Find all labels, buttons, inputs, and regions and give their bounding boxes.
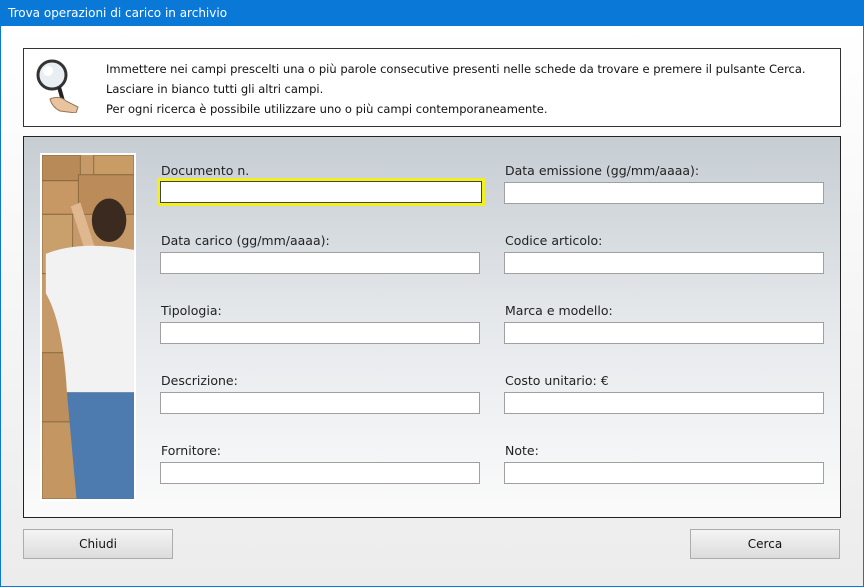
note-input[interactable] — [504, 462, 824, 484]
search-button[interactable]: Cerca — [690, 529, 840, 559]
codice-articolo-label: Codice articolo: — [505, 233, 603, 248]
window-title: Trova operazioni di carico in archivio — [0, 0, 864, 26]
marca-modello-input[interactable] — [504, 322, 824, 344]
close-button[interactable]: Chiudi — [23, 529, 173, 559]
info-line-1: Immettere nei campi prescelti una o più … — [106, 62, 806, 76]
codice-articolo-input[interactable] — [504, 252, 824, 274]
costo-unitario-input[interactable] — [504, 392, 824, 414]
data-carico-input[interactable] — [160, 252, 480, 274]
fornitore-input[interactable] — [160, 462, 480, 484]
magnifier-hand-icon — [36, 59, 79, 113]
descrizione-input[interactable] — [160, 392, 480, 414]
note-label: Note: — [505, 443, 539, 458]
info-line-3: Per ogni ricerca è possibile utilizzare … — [106, 102, 548, 116]
info-box: Immettere nei campi prescelti una o più … — [23, 48, 841, 127]
fornitore-label: Fornitore: — [161, 443, 222, 458]
tipologia-input[interactable] — [160, 322, 480, 344]
data-emissione-input[interactable] — [504, 182, 824, 204]
warehouse-worker-image — [40, 153, 136, 501]
data-emissione-label: Data emissione (gg/mm/aaaa): — [505, 163, 700, 178]
marca-modello-label: Marca e modello: — [505, 303, 613, 318]
data-carico-label: Data carico (gg/mm/aaaa): — [161, 233, 330, 248]
documento-input[interactable] — [157, 178, 485, 206]
info-line-2: Lasciare in bianco tutti gli altri campi… — [106, 82, 324, 96]
costo-unitario-label: Costo unitario: € — [505, 373, 609, 388]
tipologia-label: Tipologia: — [161, 303, 222, 318]
dialog-window: Immettere nei campi prescelti una o più … — [1, 26, 863, 586]
search-form-panel: Documento n. Data emissione (gg/mm/aaaa)… — [23, 136, 841, 518]
documento-label: Documento n. — [161, 163, 250, 178]
descrizione-label: Descrizione: — [161, 373, 238, 388]
